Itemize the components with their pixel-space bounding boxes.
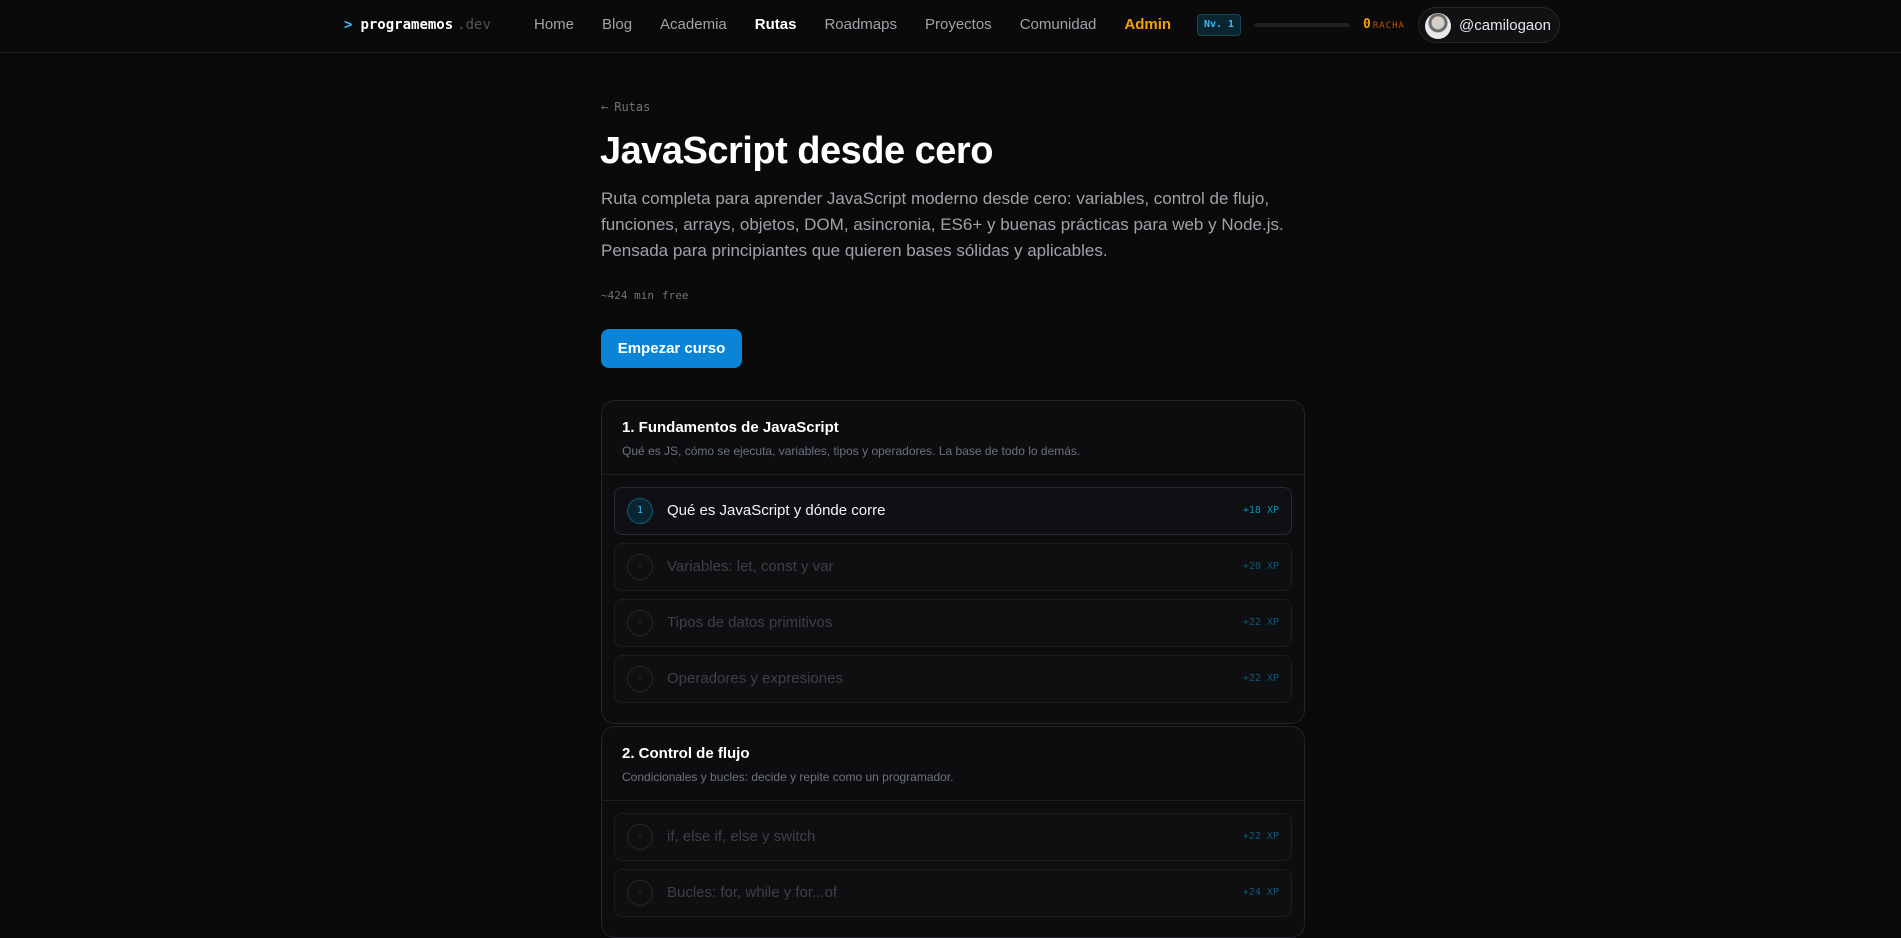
route-duration: ~424 min <box>601 289 654 302</box>
lesson-number-badge: · <box>627 554 653 580</box>
lesson-xp: +20 XP <box>1242 561 1279 572</box>
module-subtitle: Condicionales y bucles: decide y repite … <box>622 770 954 784</box>
module-title: 2. Control de flujo <box>622 745 750 762</box>
streak-count: 0 <box>1363 17 1371 32</box>
lesson-list: 1 Qué es JavaScript y dónde corre +18 XP · V… <box>602 475 1304 723</box>
lesson-xp: +22 XP <box>1242 673 1279 684</box>
lesson-item[interactable]: · Operadores y expresiones +22 XP <box>614 655 1292 703</box>
lesson-item[interactable]: · Bucles: for, while y for...of +24 XP <box>614 869 1292 917</box>
lesson-number-badge: · <box>627 824 653 850</box>
nav-item-comunidad[interactable]: Comunidad <box>1020 16 1097 34</box>
lesson-item[interactable]: · Tipos de datos primitivos +22 XP <box>614 599 1292 647</box>
route-tier: free <box>661 289 689 302</box>
logo-tld: .dev <box>457 17 491 33</box>
username: @camilogaon <box>1459 17 1551 34</box>
lesson-item[interactable]: · Variables: let, const y var +20 XP <box>614 543 1292 591</box>
streak-indicator: 0 RACHA <box>1363 17 1405 32</box>
lesson-number-badge: 1 <box>627 498 653 524</box>
module-card: 1. Fundamentos de JavaScript Qué es JS, c… <box>601 400 1305 724</box>
module-subtitle: Qué es JS, cómo se ejecuta, variables, t… <box>622 444 1081 458</box>
back-link[interactable]: ← Rutas <box>601 100 650 114</box>
lesson-xp: +22 XP <box>1242 617 1279 628</box>
xp-progress-bar <box>1254 23 1350 27</box>
lesson-number-badge: · <box>627 880 653 906</box>
nav-item-rutas[interactable]: Rutas <box>755 16 797 34</box>
top-navbar: > programemos .dev Home Blog Academia Rutas Ro… <box>0 0 1901 53</box>
nav-item-roadmaps[interactable]: Roadmaps <box>824 16 897 34</box>
user-menu-button[interactable]: @camilogaon <box>1418 7 1560 43</box>
module-card: 2. Control de flujo Condicionales y bucle… <box>601 726 1305 938</box>
lesson-item[interactable]: · if, else if, else y switch +22 XP <box>614 813 1292 861</box>
lesson-item[interactable]: 1 Qué es JavaScript y dónde corre +18 XP <box>614 487 1292 535</box>
lesson-number-badge: · <box>627 666 653 692</box>
lesson-title: Bucles: for, while y for...of <box>667 884 838 901</box>
lesson-title: if, else if, else y switch <box>667 828 816 845</box>
avatar <box>1425 13 1451 39</box>
lesson-xp: +18 XP <box>1242 505 1279 516</box>
start-course-button[interactable]: Empezar curso <box>601 329 742 368</box>
module-title: 1. Fundamentos de JavaScript <box>622 419 839 436</box>
nav-item-home[interactable]: Home <box>534 16 574 34</box>
nav-item-admin[interactable]: Admin <box>1124 16 1171 34</box>
route-description: Ruta completa para aprender JavaScript m… <box>601 189 1284 260</box>
lesson-number-badge: · <box>627 610 653 636</box>
back-link-label: Rutas <box>614 100 651 114</box>
logo-name: programemos <box>360 17 454 33</box>
route-meta: ~424 min free <box>601 289 696 302</box>
module-header: 1. Fundamentos de JavaScript Qué es JS, c… <box>602 401 1304 475</box>
lesson-title: Tipos de datos primitivos <box>667 614 833 631</box>
main-menu: Home Blog Academia Rutas Roadmaps Proyectos Co… <box>534 16 1199 34</box>
page-title: JavaScript desde cero <box>600 130 993 172</box>
nav-item-academia[interactable]: Academia <box>660 16 727 34</box>
module-header: 2. Control de flujo Condicionales y bucle… <box>602 727 1304 801</box>
streak-label: RACHA <box>1372 21 1405 31</box>
back-arrow-icon: ← <box>601 100 609 114</box>
level-badge: Nv. 1 <box>1197 14 1241 36</box>
nav-item-blog[interactable]: Blog <box>602 16 632 34</box>
logo-prompt: > <box>344 17 353 33</box>
lesson-list: · if, else if, else y switch +22 XP · Bucles… <box>602 801 1304 937</box>
site-logo[interactable]: > programemos .dev <box>344 17 491 33</box>
nav-item-proyectos[interactable]: Proyectos <box>925 16 992 34</box>
lesson-title: Operadores y expresiones <box>667 670 843 687</box>
lesson-title: Qué es JavaScript y dónde corre <box>667 502 886 519</box>
lesson-xp: +22 XP <box>1242 831 1279 842</box>
lesson-xp: +24 XP <box>1242 887 1279 898</box>
lesson-title: Variables: let, const y var <box>667 558 834 575</box>
